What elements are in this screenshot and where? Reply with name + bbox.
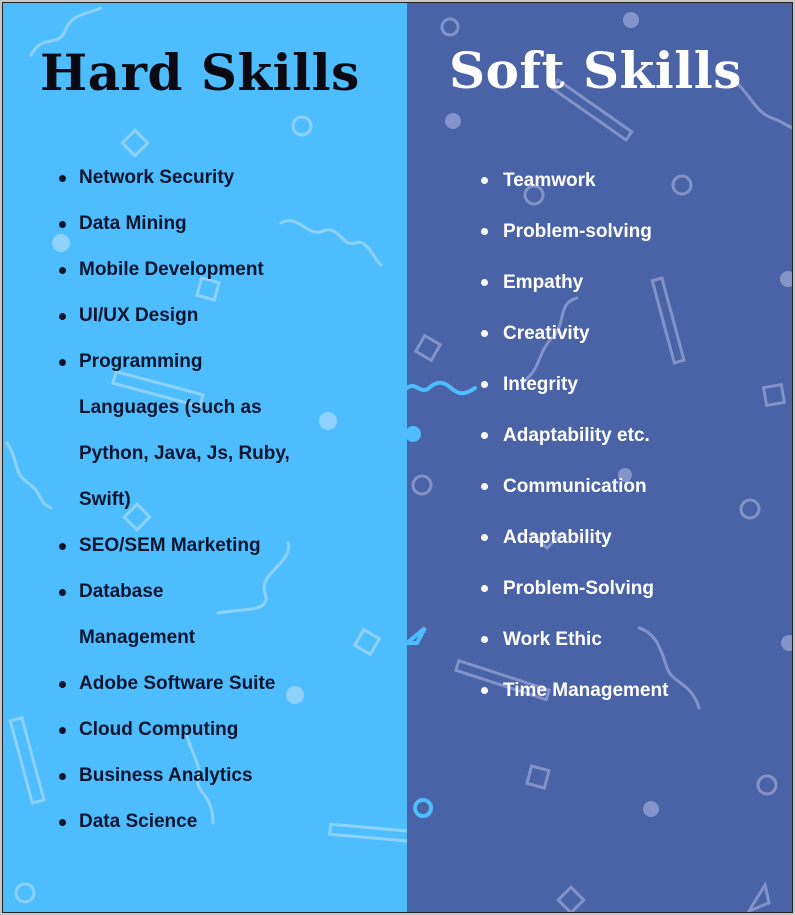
dot-icon — [623, 12, 639, 28]
list-item: Mobile Development — [57, 247, 337, 293]
bullet-icon — [481, 279, 488, 286]
bullet-icon — [59, 773, 66, 780]
soft-skills-list: Teamwork Problem-solving Empathy Creativ… — [479, 155, 779, 716]
hard-skills-panel: Hard Skills Network Security Data Mining… — [3, 3, 407, 912]
bullet-icon — [59, 819, 66, 826]
bullet-icon — [481, 228, 488, 235]
bullet-icon — [481, 636, 488, 643]
diamond-icon — [556, 885, 586, 912]
ring-icon — [411, 474, 433, 496]
list-item-continuation: Languages (such as — [79, 397, 262, 418]
bullet-icon — [481, 585, 488, 592]
list-item: Data Science — [57, 799, 337, 845]
list-item: Problem-solving — [479, 206, 779, 257]
list-item: UI/UX Design — [57, 293, 337, 339]
diamond-icon — [413, 333, 443, 363]
ring-icon — [440, 17, 460, 37]
bullet-icon — [481, 687, 488, 694]
bullet-icon — [481, 432, 488, 439]
bullet-icon — [481, 330, 488, 337]
diamond-icon — [120, 128, 150, 158]
hard-skills-title: Hard Skills — [40, 43, 360, 102]
list-item-continuation: Python, Java, Js, Ruby, — [79, 443, 290, 464]
bullet-icon — [59, 221, 66, 228]
bullet-icon — [59, 727, 66, 734]
list-item: Data Mining — [57, 201, 337, 247]
list-item: Creativity — [479, 308, 779, 359]
dot-icon — [407, 426, 421, 442]
bullet-icon — [59, 313, 66, 320]
diamond-icon — [525, 764, 551, 790]
ring-icon — [413, 798, 433, 818]
list-item: Time Management — [479, 665, 779, 716]
squiggle-icon — [407, 380, 477, 396]
dot-icon — [780, 271, 792, 287]
bullet-icon — [59, 681, 66, 688]
soft-skills-title: Soft Skills — [449, 41, 742, 100]
infographic-frame: Hard Skills Network Security Data Mining… — [2, 2, 793, 913]
dot-icon — [643, 801, 659, 817]
list-item: Adaptability — [479, 512, 779, 563]
list-item: Integrity — [479, 359, 779, 410]
bullet-icon — [481, 483, 488, 490]
list-item: Work Ethic — [479, 614, 779, 665]
list-item: Network Security — [57, 155, 337, 201]
list-item: Programming — [57, 339, 337, 385]
list-item: Problem-Solving — [479, 563, 779, 614]
bullet-icon — [59, 543, 66, 550]
bullet-icon — [59, 359, 66, 366]
bullet-icon — [481, 177, 488, 184]
hard-skills-list: Network Security Data Mining Mobile Deve… — [57, 155, 337, 845]
ring-icon — [14, 882, 36, 904]
list-item: Teamwork — [479, 155, 779, 206]
dot-icon — [781, 635, 792, 651]
pencil-icon — [746, 881, 771, 912]
squiggle-icon — [735, 81, 792, 129]
list-item: Empathy — [479, 257, 779, 308]
soft-skills-panel: Soft Skills Teamwork Problem-solving Emp… — [407, 3, 792, 912]
bullet-icon — [59, 175, 66, 182]
list-item: Database — [57, 569, 337, 615]
list-item: SEO/SEM Marketing — [57, 523, 337, 569]
dot-icon — [445, 113, 461, 129]
pencil-icon — [328, 822, 407, 844]
diamond-icon — [352, 627, 382, 657]
ring-icon — [756, 774, 778, 796]
list-item: Cloud Computing — [57, 707, 337, 753]
list-item: Adaptability etc. — [479, 410, 779, 461]
list-item: Adobe Software Suite — [57, 661, 337, 707]
list-item-continuation: Management — [79, 627, 196, 648]
list-item-continuation: Swift) — [79, 489, 131, 510]
pencil-icon — [407, 626, 427, 645]
list-item: Communication — [479, 461, 779, 512]
list-item: Business Analytics — [57, 753, 337, 799]
pencil-icon — [8, 716, 46, 805]
squiggle-icon — [5, 441, 53, 510]
bullet-icon — [59, 267, 66, 274]
bullet-icon — [59, 589, 66, 596]
ring-icon — [291, 115, 313, 137]
bullet-icon — [481, 534, 488, 541]
bullet-icon — [481, 381, 488, 388]
